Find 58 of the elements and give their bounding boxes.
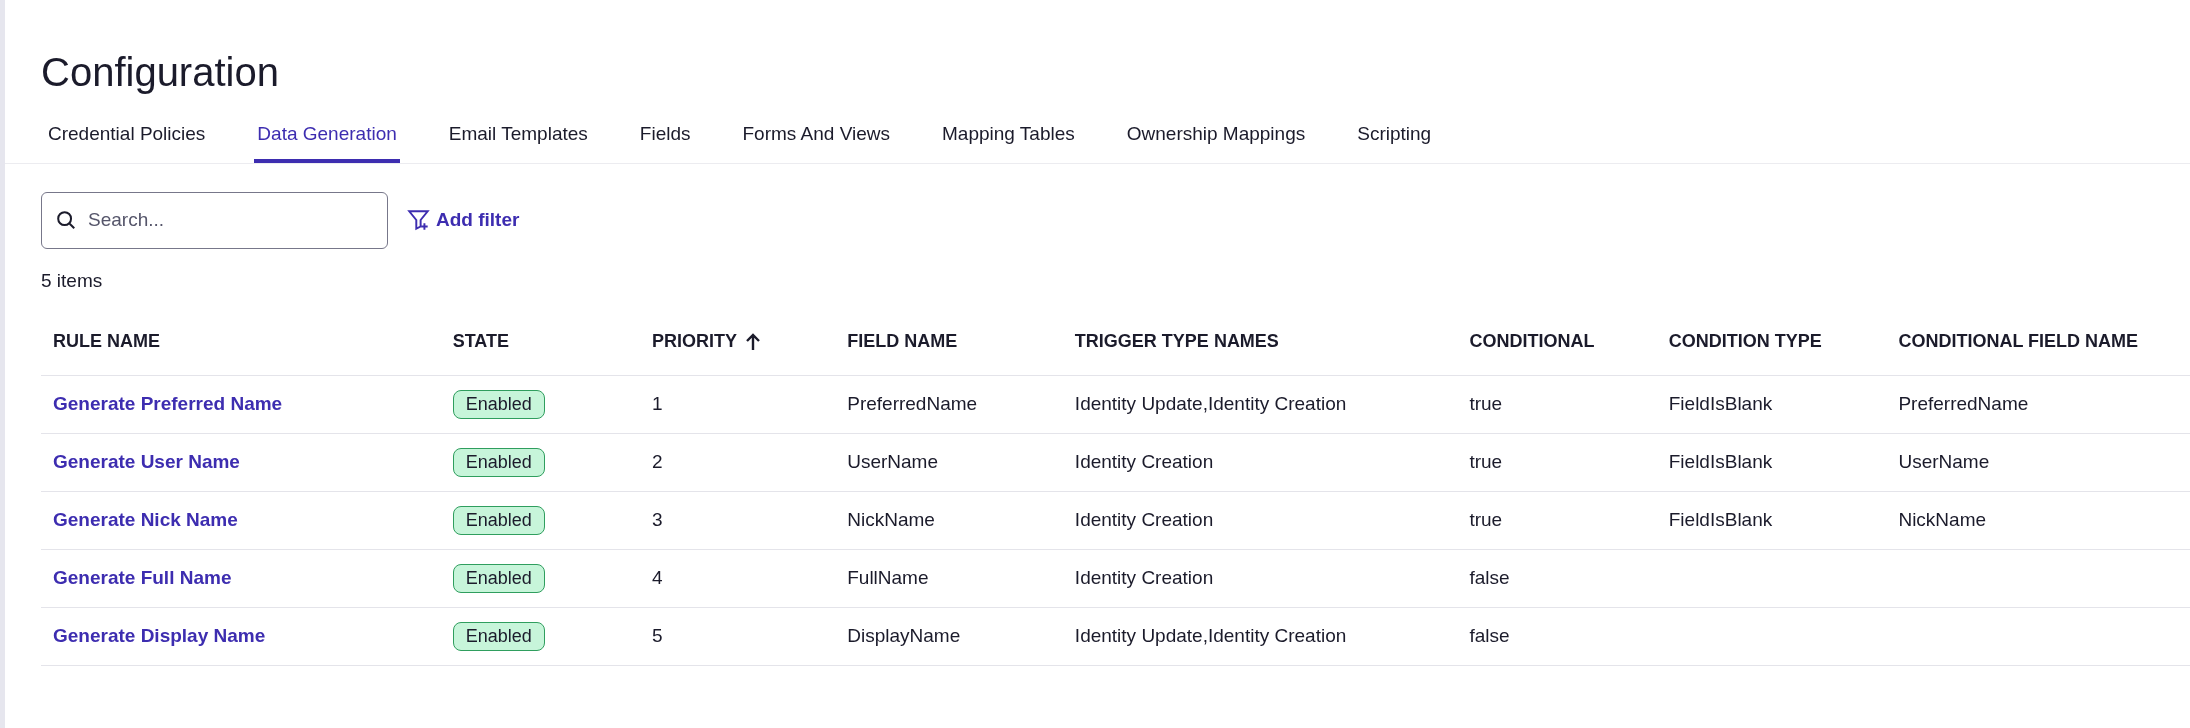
column-header[interactable]: CONDITIONAL [1469, 328, 1595, 356]
table-cell: UserName [1898, 450, 1990, 472]
tab[interactable]: Data Generation [254, 118, 400, 163]
rule-name-link[interactable]: Generate User Name [53, 450, 240, 472]
rule-name-link[interactable]: Generate Display Name [53, 624, 266, 646]
tab[interactable]: Forms And Views [739, 118, 893, 163]
table-cell: 1 [651, 392, 663, 414]
column-header[interactable]: PRIORITY [651, 328, 761, 356]
table-cell: NickName [1898, 508, 1987, 530]
table-cell: UserName [847, 450, 939, 472]
page-title: Configuration [41, 52, 279, 92]
add-filter-button[interactable]: Add filter [406, 205, 520, 235]
table-cell: true [1469, 508, 1503, 530]
rule-name-link[interactable]: Generate Preferred Name [53, 392, 283, 414]
table-cell: false [1469, 624, 1510, 646]
tab[interactable]: Email Templates [445, 118, 591, 163]
column-header[interactable]: TRIGGER TYPE NAMES [1074, 328, 1279, 356]
table-cell: FieldIsBlank [1668, 392, 1773, 414]
search-icon [55, 208, 77, 231]
table-cell: Identity Creation [1074, 450, 1214, 472]
state-badge: Enabled [452, 447, 545, 477]
tab[interactable]: Mapping Tables [939, 118, 1078, 163]
tab[interactable]: Ownership Mappings [1123, 118, 1309, 163]
table-cell: 2 [651, 450, 663, 472]
table-cell: true [1469, 450, 1503, 472]
column-header[interactable]: CONDITION TYPE [1668, 328, 1822, 356]
table-cell: NickName [847, 508, 935, 530]
table-cell: FieldIsBlank [1668, 450, 1773, 472]
table-cell: PreferredName [1898, 392, 2029, 414]
table-cell: Identity Update,Identity Creation [1074, 392, 1347, 414]
tab[interactable]: Fields [636, 118, 694, 163]
table-cell: FieldIsBlank [1668, 508, 1773, 530]
search-field[interactable]: Search... [41, 191, 388, 249]
state-badge: Enabled [452, 389, 545, 419]
table-cell: PreferredName [847, 392, 978, 414]
rule-name-link[interactable]: Generate Full Name [53, 566, 232, 588]
table-cell: DisplayName [847, 624, 961, 646]
table-cell: Identity Creation [1074, 566, 1214, 588]
column-header[interactable]: CONDITIONAL FIELD NAME [1898, 328, 2139, 356]
rule-name-link[interactable]: Generate Nick Name [53, 508, 238, 530]
state-badge: Enabled [452, 563, 545, 593]
item-count: 5 items [41, 268, 103, 293]
table-cell: 3 [651, 508, 663, 530]
table-cell: FullName [847, 566, 929, 588]
table-cell: true [1469, 392, 1503, 414]
column-header[interactable]: FIELD NAME [847, 328, 958, 356]
column-header[interactable]: STATE [452, 328, 509, 356]
tab[interactable]: Scripting [1354, 118, 1435, 163]
state-badge: Enabled [452, 621, 545, 651]
filter-plus-icon [406, 207, 432, 233]
state-badge: Enabled [452, 505, 545, 535]
tab[interactable]: Credential Policies [45, 118, 209, 163]
table-cell: 5 [651, 624, 663, 646]
table-cell: Identity Update,Identity Creation [1074, 624, 1347, 646]
table-cell: 4 [651, 566, 663, 588]
table-cell: Identity Creation [1074, 508, 1214, 530]
table-cell: false [1469, 566, 1510, 588]
column-header[interactable]: RULE NAME [53, 328, 160, 356]
